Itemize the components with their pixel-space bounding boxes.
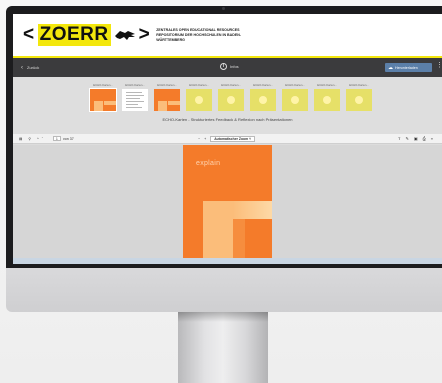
thumbnail-7[interactable]: ECHO-Karten...: [282, 83, 308, 111]
thumbnail-label: ECHO-Karten...: [253, 83, 273, 87]
thumbnail-label: ECHO-Karten...: [189, 83, 209, 87]
chevron-left-icon: ‹: [21, 64, 23, 71]
screen-edge: [13, 258, 442, 264]
page-count: von 37: [62, 136, 74, 141]
pdf-page: explain: [183, 145, 272, 264]
thumbnail-strip: ECHO-Karten... ECHO-Karten... ECHO-Karte…: [13, 77, 442, 134]
monitor-chin: [6, 268, 442, 312]
info-label: Infos: [230, 64, 239, 69]
thumbnail-label: ECHO-Karten...: [285, 83, 305, 87]
thumbnail-image: [346, 89, 372, 111]
thumbnail-label: ECHO-Karten...: [125, 83, 145, 87]
lion-icon: [114, 31, 135, 40]
more-tools-icon[interactable]: »: [431, 136, 433, 141]
logo-left-bracket: <: [23, 24, 35, 45]
page-graphic: [233, 201, 272, 219]
page-heading: explain: [196, 160, 221, 167]
print-icon[interactable]: ⎙: [423, 136, 426, 141]
thumbnail-2[interactable]: ECHO-Karten...: [122, 83, 148, 111]
thumbnail-image: [250, 89, 276, 111]
thumbnail-8[interactable]: ECHO-Karten...: [314, 83, 340, 111]
thumbnail-4[interactable]: ECHO-Karten...: [186, 83, 212, 111]
thumbnail-6[interactable]: ECHO-Karten...: [250, 83, 276, 111]
thumbnail-5[interactable]: ECHO-Karten...: [218, 83, 244, 111]
stand-shadow: [178, 312, 268, 322]
page-number-input[interactable]: 1: [52, 136, 61, 141]
thumbnail-image: [282, 89, 308, 111]
thumbnail-image: [122, 89, 148, 111]
page-graphic: [203, 201, 233, 264]
thumbnail-label: ECHO-Karten...: [93, 83, 113, 87]
zoom-in-button[interactable]: +: [204, 137, 206, 141]
thumbnail-image: [218, 89, 244, 111]
site-header: < ZOERR > ZENTRALES OPEN EDUCATIONAL RES…: [13, 14, 442, 56]
thumbnail-image: [154, 89, 180, 111]
pdf-toolbar: ▤ ⚲ ^ ˇ 1 von 37 − + Automatischer Zoom …: [13, 134, 442, 144]
draw-tool-icon[interactable]: ✎: [405, 136, 408, 141]
image-tool-icon[interactable]: ▣: [414, 136, 418, 141]
zoerr-logo[interactable]: < ZOERR >: [23, 24, 150, 46]
sidebar-toggle-icon[interactable]: ▤: [19, 137, 22, 141]
kebab-icon[interactable]: ⋮: [436, 62, 442, 70]
logo-right-bracket: >: [138, 24, 151, 45]
thumbnail-image: [186, 89, 212, 111]
thumbnail-label: ECHO-Karten...: [221, 83, 241, 87]
info-button[interactable]: i Infos: [220, 63, 239, 70]
thumbnail-image: [89, 88, 117, 112]
zoom-select[interactable]: Automatischer Zoom ˅: [210, 136, 256, 142]
thumbnail-image: [314, 89, 340, 111]
screen: < ZOERR > ZENTRALES OPEN EDUCATIONAL RES…: [13, 14, 442, 264]
download-button[interactable]: ☁ Herunterladen: [385, 63, 432, 72]
page-down-icon[interactable]: ˇ: [42, 137, 43, 141]
thumbnail-3[interactable]: ECHO-Karten...: [154, 83, 180, 111]
monitor-stand: [178, 312, 268, 383]
thumbnail-label: ECHO-Karten...: [317, 83, 337, 87]
search-icon[interactable]: ⚲: [28, 137, 31, 141]
cloud-download-icon: ☁: [388, 64, 393, 71]
thumbnail-1[interactable]: ECHO-Karten...: [89, 83, 117, 112]
camera-dot: [222, 7, 225, 10]
back-button[interactable]: ‹ Zurück: [21, 65, 39, 71]
monitor-photo: < ZOERR > ZENTRALES OPEN EDUCATIONAL RES…: [0, 0, 442, 383]
document-title: ECHO-Karten - Strukturiertes Feedback & …: [162, 117, 293, 122]
text-tool-icon[interactable]: T: [398, 136, 400, 141]
thumbnail-label: ECHO-Karten...: [157, 83, 177, 87]
zoom-select-label: Automatischer Zoom: [214, 137, 249, 141]
thumbnail-label: ECHO-Karten...: [349, 83, 369, 87]
info-icon: i: [220, 63, 227, 70]
top-toolbar: ‹ Zurück i Infos ☁ Herunterladen ⋮: [13, 58, 442, 77]
download-label: Herunterladen: [395, 65, 418, 70]
tagline: ZENTRALES OPEN EDUCATIONAL RESOURCES REP…: [156, 27, 242, 42]
logo-brand: ZOERR: [37, 24, 111, 46]
zoom-out-button[interactable]: −: [198, 137, 200, 141]
back-label: Zurück: [27, 65, 40, 70]
thumbnail-9[interactable]: ECHO-Karten...: [346, 83, 372, 111]
pdf-viewer[interactable]: explain: [13, 145, 442, 264]
page-up-icon[interactable]: ^: [37, 137, 39, 141]
